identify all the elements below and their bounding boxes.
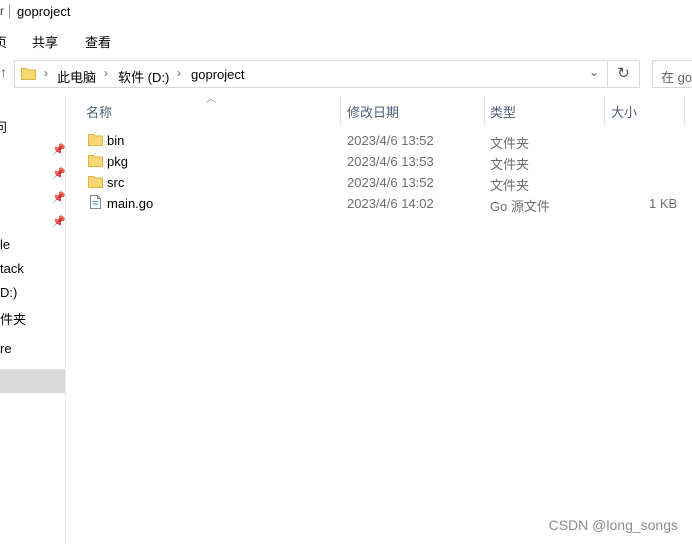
- chevron-right-icon[interactable]: ›: [177, 66, 181, 80]
- file-row[interactable]: src 2023/4/6 13:52 文件夹: [70, 171, 690, 193]
- nav-item-quick-access[interactable]: 问: [0, 117, 7, 136]
- column-header-size[interactable]: 大小: [611, 102, 637, 121]
- breadcrumb-drive[interactable]: 软件 (D:): [118, 67, 169, 86]
- chevron-down-icon[interactable]: ⌄: [589, 65, 599, 79]
- title-separator: [9, 4, 10, 18]
- file-modified: 2023/4/6 14:02: [347, 196, 434, 211]
- pin-icon[interactable]: 📌: [52, 143, 66, 156]
- ribbon-tab-view[interactable]: 查看: [85, 32, 111, 51]
- folder-icon: [88, 134, 103, 146]
- file-name[interactable]: bin: [107, 133, 124, 148]
- pin-icon[interactable]: 📌: [52, 191, 66, 204]
- column-header-modified[interactable]: 修改日期: [347, 102, 399, 121]
- file-modified: 2023/4/6 13:53: [347, 154, 434, 169]
- address-bar[interactable]: › 此电脑 › 软件 (D:) › goproject ⌄: [14, 60, 608, 88]
- refresh-icon: ↻: [617, 65, 630, 82]
- nav-item-2[interactable]: tack: [0, 261, 24, 276]
- column-header-name[interactable]: 名称: [86, 102, 112, 121]
- file-row[interactable]: main.go 2023/4/6 14:02 Go 源文件 1 KB: [70, 192, 690, 214]
- folder-icon: [88, 155, 103, 167]
- column-divider[interactable]: [484, 96, 485, 126]
- file-modified: 2023/4/6 13:52: [347, 175, 434, 190]
- file-row[interactable]: bin 2023/4/6 13:52 文件夹: [70, 129, 690, 151]
- sort-ascending-icon[interactable]: ︿: [206, 90, 216, 105]
- folder-icon: [88, 176, 103, 188]
- chevron-right-icon[interactable]: ›: [104, 66, 108, 80]
- file-type: Go 源文件: [490, 199, 550, 214]
- nav-item-selected[interactable]: [0, 369, 65, 393]
- folder-icon: [21, 68, 36, 80]
- refresh-button[interactable]: ↻: [608, 60, 640, 88]
- pin-icon[interactable]: 📌: [52, 167, 66, 180]
- column-divider[interactable]: [604, 96, 605, 126]
- window-title: goproject: [17, 4, 71, 19]
- breadcrumb-this-pc[interactable]: 此电脑: [57, 67, 96, 86]
- ribbon-tab-share[interactable]: 共享: [32, 32, 58, 51]
- column-divider[interactable]: [684, 96, 685, 126]
- file-icon: [90, 195, 101, 209]
- pin-icon[interactable]: 📌: [52, 215, 66, 228]
- ribbon-tab-file[interactable]: 页: [0, 32, 7, 51]
- breadcrumb-folder[interactable]: goproject: [191, 67, 244, 82]
- chevron-right-icon[interactable]: ›: [44, 66, 48, 80]
- nav-item-onedrive[interactable]: re: [0, 341, 12, 356]
- nav-item-folder[interactable]: 件夹: [0, 309, 26, 328]
- file-name[interactable]: src: [107, 175, 124, 190]
- watermark: CSDN @long_songs: [548, 517, 678, 533]
- file-name[interactable]: pkg: [107, 154, 128, 169]
- file-name[interactable]: main.go: [107, 196, 153, 211]
- search-input[interactable]: 在 goproject: [652, 60, 692, 88]
- title-partial-glyph: r: [0, 4, 4, 18]
- nav-item-drive[interactable]: D:): [0, 285, 17, 300]
- nav-item-1[interactable]: le: [0, 237, 10, 252]
- up-arrow-icon[interactable]: ↑: [0, 64, 12, 86]
- column-header-type[interactable]: 类型: [490, 102, 516, 121]
- column-divider[interactable]: [340, 96, 341, 126]
- file-modified: 2023/4/6 13:52: [347, 133, 434, 148]
- file-row[interactable]: pkg 2023/4/6 13:53 文件夹: [70, 150, 690, 172]
- file-size: 1 KB: [649, 196, 678, 211]
